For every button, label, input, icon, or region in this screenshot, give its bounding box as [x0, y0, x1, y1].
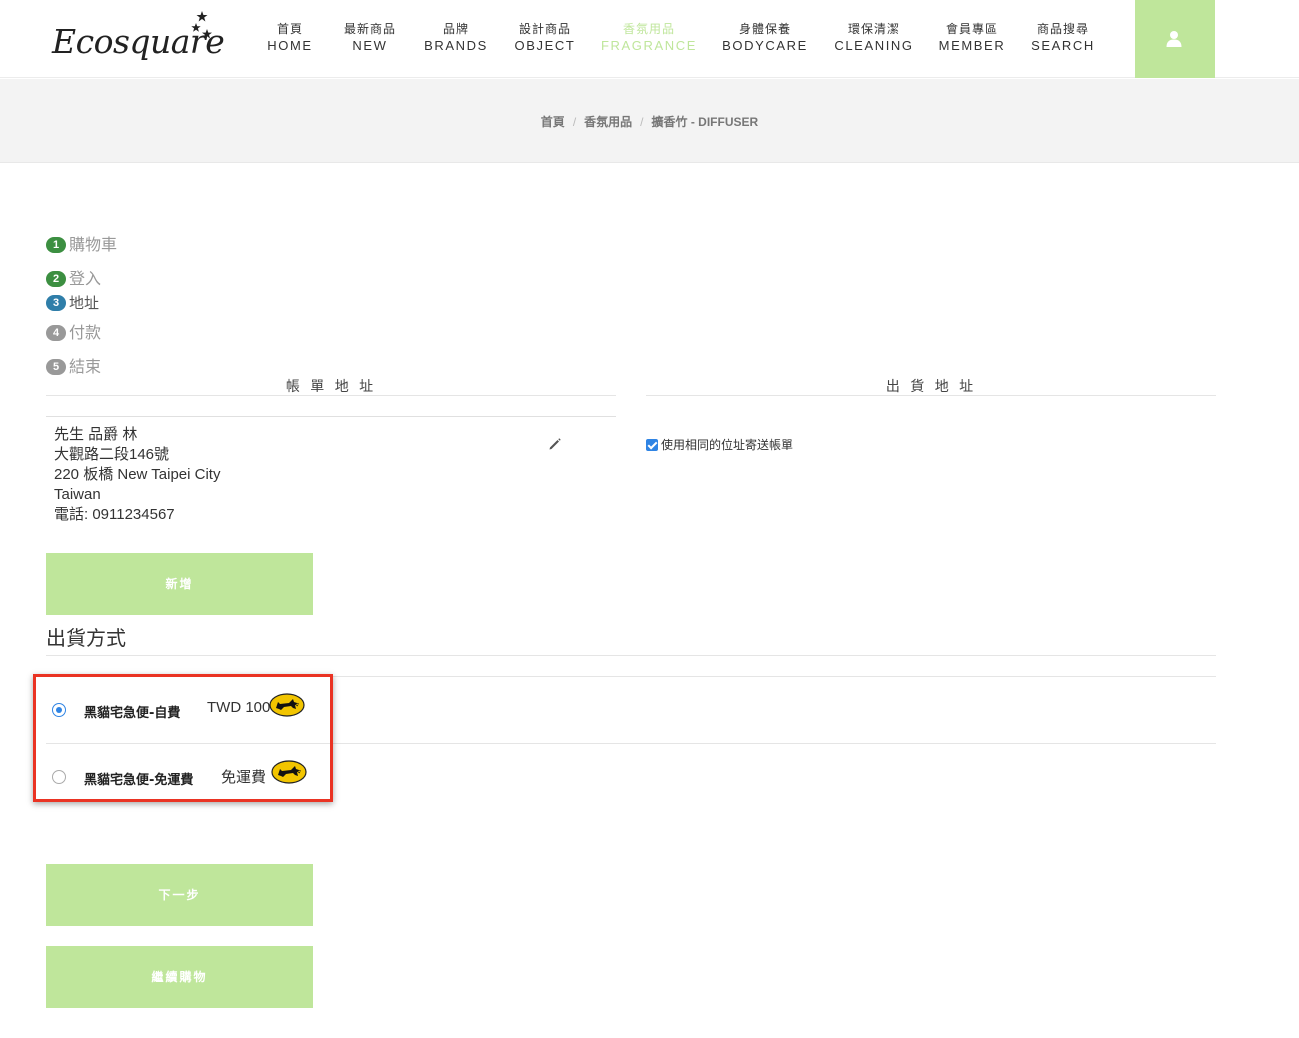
breadcrumb: 首頁 / 香氛用品 / 擴香竹 - DIFFUSER [0, 113, 1299, 130]
divider [46, 655, 1216, 656]
billing-address-lines: 先生 品爵 林 大觀路二段146號 220 板橋 New Taipei City… [54, 425, 220, 525]
step-payment: 4 付款 [46, 319, 101, 343]
breadcrumb-separator: / [572, 115, 577, 129]
shipping-method-title: 出貨方式 [46, 626, 126, 650]
nav-brands-en: BRANDS [424, 38, 488, 53]
add-address-button[interactable]: 新增 [46, 553, 313, 615]
user-icon [1166, 31, 1182, 47]
main-nav: 首頁 HOME 最新商品 NEW 品牌 BRANDS 設計商品 OBJECT 香… [0, 22, 1299, 58]
nav-new[interactable]: 最新商品 NEW [336, 22, 404, 55]
step-number: 4 [46, 325, 66, 341]
breadcrumb-current: 擴香竹 - DIFFUSER [651, 115, 759, 129]
billing-address-heading: 帳 單 地 址 [46, 376, 616, 396]
nav-object-zh: 設計商品 [518, 22, 571, 36]
nav-brands[interactable]: 品牌 BRANDS [422, 22, 490, 55]
shipping-options-highlight [33, 674, 333, 802]
nav-new-zh: 最新商品 [343, 22, 396, 36]
next-step-button[interactable]: 下一步 [46, 864, 313, 926]
step-label: 結束 [69, 357, 102, 376]
checkbox-checked-icon [646, 439, 658, 451]
nav-fragrance-zh: 香氛用品 [622, 22, 675, 36]
nav-bodycare[interactable]: 身體保養 BODYCARE [718, 22, 812, 55]
breadcrumb-home[interactable]: 首頁 [541, 115, 565, 129]
step-label: 付款 [69, 323, 102, 342]
nav-search[interactable]: 商品搜尋 SEARCH [1026, 22, 1100, 55]
billing-phone: 電話: 0911234567 [54, 506, 175, 523]
site-header: Ecosquare 首頁 HOME 最新商品 NEW 品牌 BRANDS 設計商… [0, 0, 1299, 78]
step-login: 2 登入 [46, 265, 101, 289]
account-button[interactable] [1135, 0, 1215, 78]
same-address-checkbox[interactable]: 使用相同的位址寄送帳單 [646, 436, 793, 453]
nav-member-en: MEMBER [938, 38, 1006, 53]
pencil-icon[interactable] [548, 437, 562, 451]
nav-new-en: NEW [352, 38, 388, 53]
billing-street: 大觀路二段146號 [54, 446, 170, 463]
nav-home-en: HOME [267, 38, 313, 53]
nav-home[interactable]: 首頁 HOME [262, 22, 318, 55]
step-number: 2 [46, 271, 66, 287]
nav-object-en: OBJECT [514, 38, 576, 53]
shipping-address-heading: 出 貨 地 址 [646, 376, 1216, 396]
step-label: 地址 [69, 294, 100, 312]
nav-fragrance[interactable]: 香氛用品 FRAGRANCE [598, 22, 700, 55]
billing-city: 220 板橋 New Taipei City [54, 466, 221, 483]
nav-brands-zh: 品牌 [442, 22, 469, 36]
step-number: 5 [46, 359, 66, 375]
billing-address-card: 先生 品爵 林 大觀路二段146號 220 板橋 New Taipei City… [46, 416, 616, 523]
nav-home-zh: 首頁 [276, 22, 303, 36]
nav-fragrance-en: FRAGRANCE [600, 38, 698, 53]
billing-country: Taiwan [54, 486, 101, 503]
nav-search-zh: 商品搜尋 [1036, 22, 1089, 36]
step-finish: 5 結束 [46, 353, 101, 377]
nav-search-en: SEARCH [1031, 38, 1095, 53]
step-label: 購物車 [69, 235, 118, 254]
breadcrumb-fragrance[interactable]: 香氛用品 [584, 115, 632, 129]
step-address: 3 地址 [46, 292, 99, 313]
same-address-label: 使用相同的位址寄送帳單 [661, 438, 794, 452]
nav-member[interactable]: 會員專區 MEMBER [936, 22, 1008, 55]
breadcrumb-separator: / [640, 115, 644, 129]
billing-name: 先生 品爵 林 [54, 426, 138, 443]
continue-shopping-button[interactable]: 繼續購物 [46, 946, 313, 1008]
nav-bodycare-en: BODYCARE [722, 38, 808, 53]
step-number: 3 [46, 295, 66, 311]
step-label: 登入 [69, 269, 102, 288]
breadcrumb-band: 首頁 / 香氛用品 / 擴香竹 - DIFFUSER [0, 79, 1299, 163]
nav-bodycare-zh: 身體保養 [738, 22, 791, 36]
step-cart: 1 購物車 [46, 231, 117, 255]
nav-cleaning-en: CLEANING [834, 38, 914, 53]
nav-member-zh: 會員專區 [945, 22, 998, 36]
nav-object[interactable]: 設計商品 OBJECT [508, 22, 582, 55]
step-number: 1 [46, 237, 66, 253]
nav-cleaning[interactable]: 環保清潔 CLEANING [830, 22, 918, 55]
nav-cleaning-zh: 環保清潔 [847, 22, 900, 36]
